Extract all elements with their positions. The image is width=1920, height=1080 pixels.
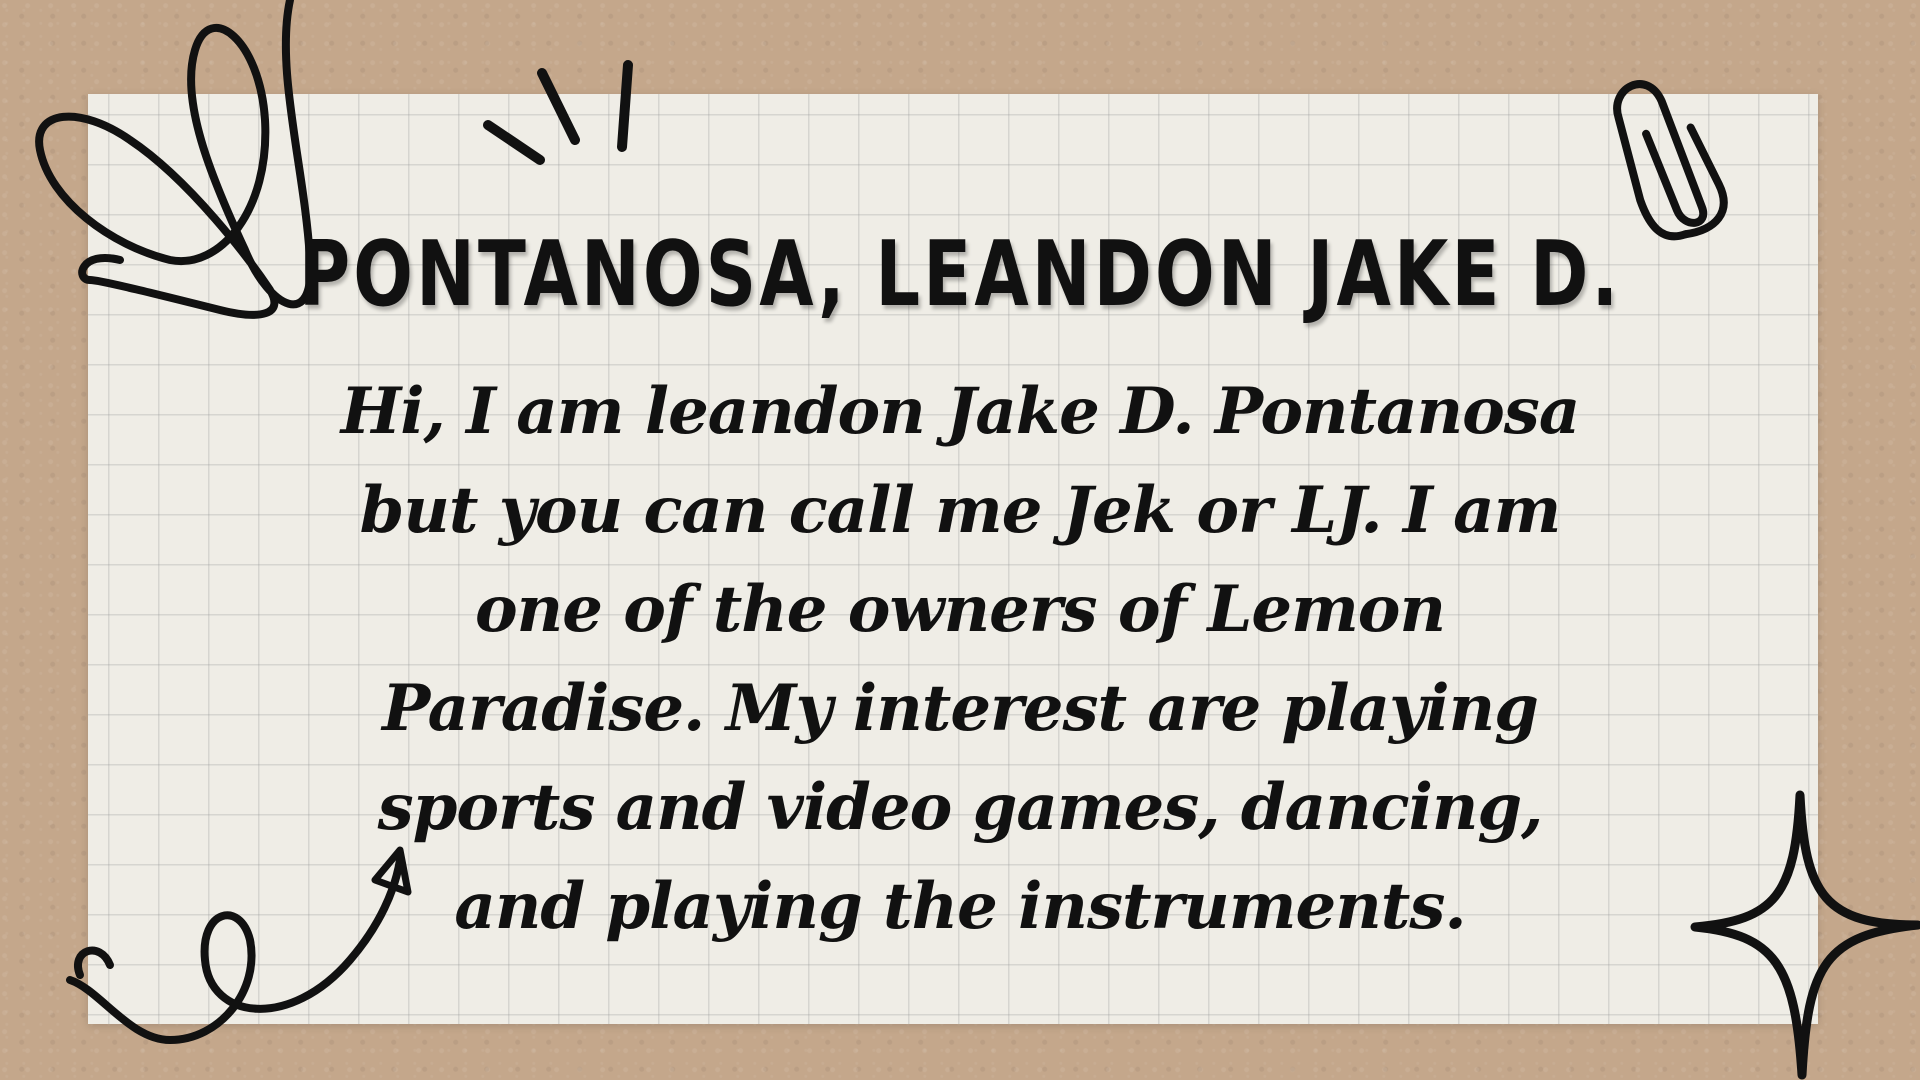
four-point-star-icon — [1690, 790, 1920, 1080]
burst-lines-icon — [483, 60, 633, 165]
page-title: PONTANOSA, LEANDON JAKE D. — [298, 222, 1622, 327]
intro-paragraph: Hi, I am leandon Jake D. Pontanosa but y… — [340, 374, 1581, 944]
